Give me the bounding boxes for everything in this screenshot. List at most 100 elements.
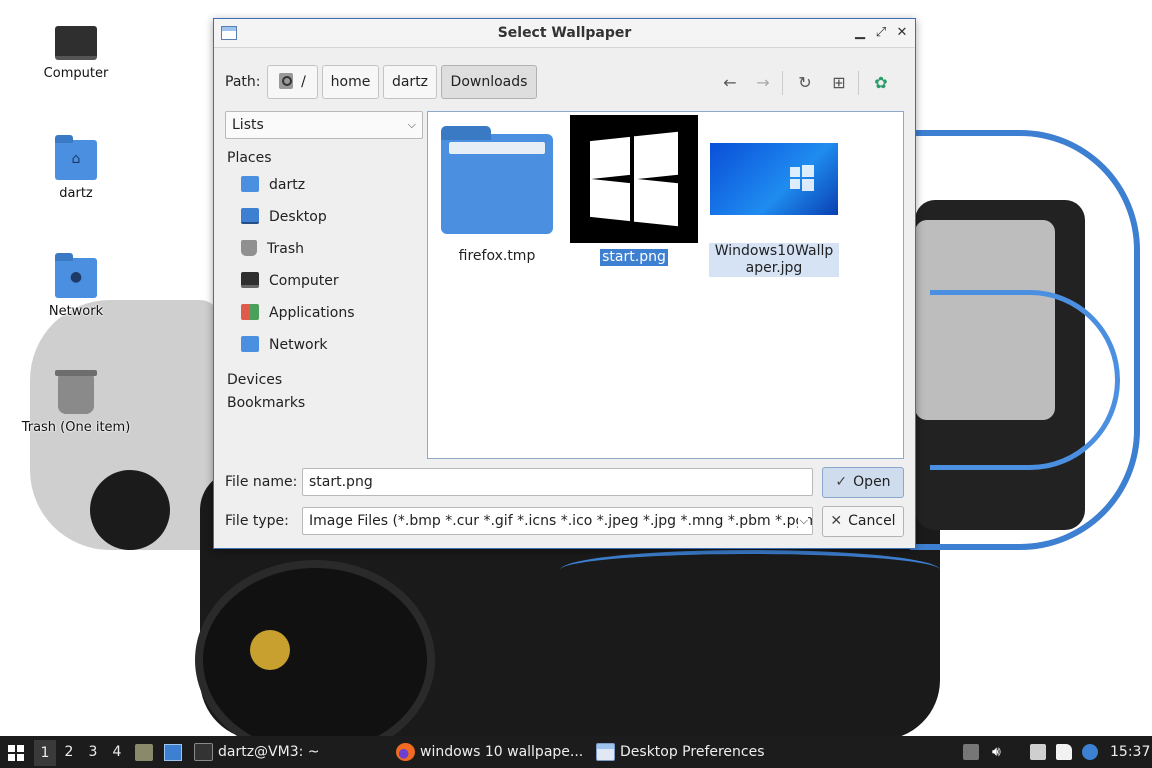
file-name-label: start.png — [600, 249, 668, 266]
file-type-label: File type: — [225, 513, 289, 529]
task-label: dartz@VM3: ~ — [218, 744, 320, 760]
workspace-4[interactable]: 4 — [106, 736, 128, 768]
sidebar-item-applications[interactable]: Applications — [225, 297, 423, 329]
terminal-icon — [194, 743, 213, 761]
reload-icon[interactable]: ↻ — [793, 71, 817, 95]
file-type-select[interactable]: Image Files (*.bmp *.cur *.gif *.icns *.… — [302, 507, 813, 535]
task-desktop-preferences[interactable]: Desktop Preferences — [596, 736, 765, 768]
dialog-title: Select Wallpaper — [497, 25, 632, 41]
sidebar-item-label: dartz — [269, 177, 306, 193]
file-view[interactable]: firefox.tmp start.png Windows10Wallpaper… — [427, 111, 904, 459]
file-type-row: File type: Image Files (*.bmp *.cur *.gi… — [225, 506, 905, 537]
breadcrumb-label: / — [301, 74, 306, 90]
workspace-1[interactable]: 1 — [34, 740, 56, 766]
windows-logo-thumbnail — [570, 115, 698, 243]
sidebar-item-label: Trash — [267, 241, 304, 257]
home-folder-icon — [241, 176, 259, 192]
select-wallpaper-dialog: Select Wallpaper ▁ ⤢ ✕ Path: / home dart… — [213, 18, 916, 549]
places-heading[interactable]: Places — [227, 147, 423, 169]
close-icon[interactable]: ✕ — [893, 24, 911, 42]
breadcrumb-dartz[interactable]: dartz — [383, 65, 437, 99]
desktop-icon-network[interactable]: ● Network — [16, 253, 136, 319]
dialog-titlebar[interactable]: Select Wallpaper ▁ ⤢ ✕ — [214, 19, 915, 48]
task-firefox[interactable]: windows 10 wallpape... — [396, 736, 583, 768]
open-button[interactable]: ✓ Open — [822, 467, 904, 498]
sidebar-item-label: Applications — [269, 305, 355, 321]
desktop-icon-computer[interactable]: Computer — [16, 22, 136, 81]
volume-icon[interactable]: 🔊︎ — [992, 744, 1008, 760]
back-arrow-icon[interactable]: ← — [718, 71, 742, 95]
path-label: Path: — [225, 74, 261, 90]
computer-icon — [55, 26, 97, 60]
chevron-down-icon: ⌵ — [797, 508, 808, 534]
desktop-icon-label: Trash (One item) — [21, 420, 131, 435]
options-gear-icon[interactable]: ✿ — [869, 71, 893, 95]
file-name-label: firefox.tmp — [458, 248, 536, 264]
desktop-icon-label: Computer — [43, 66, 109, 81]
folder-icon — [441, 126, 553, 234]
file-manager-icon[interactable] — [135, 744, 153, 761]
breadcrumb-root[interactable]: / — [267, 65, 318, 99]
firefox-icon — [396, 743, 415, 761]
breadcrumb-label: home — [330, 74, 371, 90]
chevron-down-icon: ⌵ — [407, 118, 416, 131]
workspace-2[interactable]: 2 — [58, 736, 80, 768]
network-status-icon[interactable] — [1030, 744, 1046, 760]
places-sidebar: Lists ⌵ Places dartz Desktop Trash Compu… — [225, 111, 423, 459]
sidebar-item-label: Computer — [269, 273, 339, 289]
new-folder-icon[interactable]: ⊞ — [827, 71, 851, 95]
desktop-icon-label: Network — [48, 304, 104, 319]
maximize-icon[interactable]: ⤢ — [872, 24, 890, 42]
desktop-icon — [241, 208, 259, 224]
wallpaper-shape — [560, 550, 940, 590]
file-name-label: File name: — [225, 474, 298, 490]
sidebar-item-computer[interactable]: Computer — [225, 265, 423, 297]
bookmarks-heading[interactable]: Bookmarks — [227, 392, 423, 414]
file-item-start-png[interactable]: start.png — [568, 115, 700, 266]
cancel-x-icon: ✕ — [830, 513, 843, 529]
minimize-icon[interactable]: ▁ — [851, 24, 869, 42]
toolbar-separator — [858, 71, 859, 95]
cancel-button-label: Cancel — [848, 513, 896, 529]
preferences-window-icon — [596, 743, 615, 761]
clock[interactable]: 15:37 — [1110, 736, 1150, 768]
breadcrumb-downloads[interactable]: Downloads — [441, 65, 537, 99]
tray-update-icon[interactable] — [963, 744, 979, 760]
taskbar: 1 2 3 4 dartz@VM3: ~ windows 10 wallpape… — [0, 736, 1152, 768]
sidebar-item-desktop[interactable]: Desktop — [225, 201, 423, 233]
forward-arrow-icon[interactable]: → — [751, 71, 775, 95]
open-button-label: Open — [853, 474, 891, 490]
desktop-icon-dartz[interactable]: ⌂ dartz — [16, 135, 136, 201]
file-name-label: Windows10Wallpaper.jpg — [709, 243, 839, 277]
applications-icon — [241, 304, 259, 320]
computer-icon — [241, 272, 259, 288]
view-mode-select[interactable]: Lists ⌵ — [225, 111, 423, 139]
show-desktop-icon[interactable] — [164, 744, 182, 761]
sidebar-item-network[interactable]: Network — [225, 329, 423, 361]
file-name-row: File name: start.png ✓ Open — [225, 467, 905, 498]
wallpaper-thumbnail — [710, 143, 838, 215]
task-terminal[interactable]: dartz@VM3: ~ — [194, 736, 320, 768]
wallpaper-shape — [90, 470, 170, 550]
file-item-windows10wallpaper-jpg[interactable]: Windows10Wallpaper.jpg — [708, 115, 840, 277]
desktop-icon-trash[interactable]: Trash (One item) — [16, 370, 136, 435]
view-mode-value: Lists — [232, 117, 264, 133]
sidebar-item-label: Desktop — [269, 209, 327, 225]
root-drive-icon — [279, 73, 294, 89]
devices-heading[interactable]: Devices — [227, 369, 423, 391]
path-bar: Path: / home dartz Downloads ← → ↻ ⊞ ✿ — [214, 63, 915, 99]
task-label: Desktop Preferences — [620, 744, 765, 760]
start-menu-icon[interactable] — [8, 745, 24, 761]
sidebar-item-dartz[interactable]: dartz — [225, 169, 423, 201]
wallpaper-shape — [250, 630, 290, 670]
desktop-icon-label: dartz — [59, 186, 93, 201]
cancel-button[interactable]: ✕ Cancel — [822, 506, 904, 537]
file-item-firefox-tmp[interactable]: firefox.tmp — [431, 126, 563, 265]
workspace-3[interactable]: 3 — [82, 736, 104, 768]
file-name-input[interactable]: start.png — [302, 468, 813, 496]
breadcrumb-home[interactable]: home — [322, 65, 379, 99]
breadcrumb-label: Downloads — [450, 74, 528, 90]
notification-icon[interactable] — [1082, 744, 1098, 760]
clipboard-icon[interactable] — [1056, 744, 1072, 760]
sidebar-item-trash[interactable]: Trash — [225, 233, 423, 265]
